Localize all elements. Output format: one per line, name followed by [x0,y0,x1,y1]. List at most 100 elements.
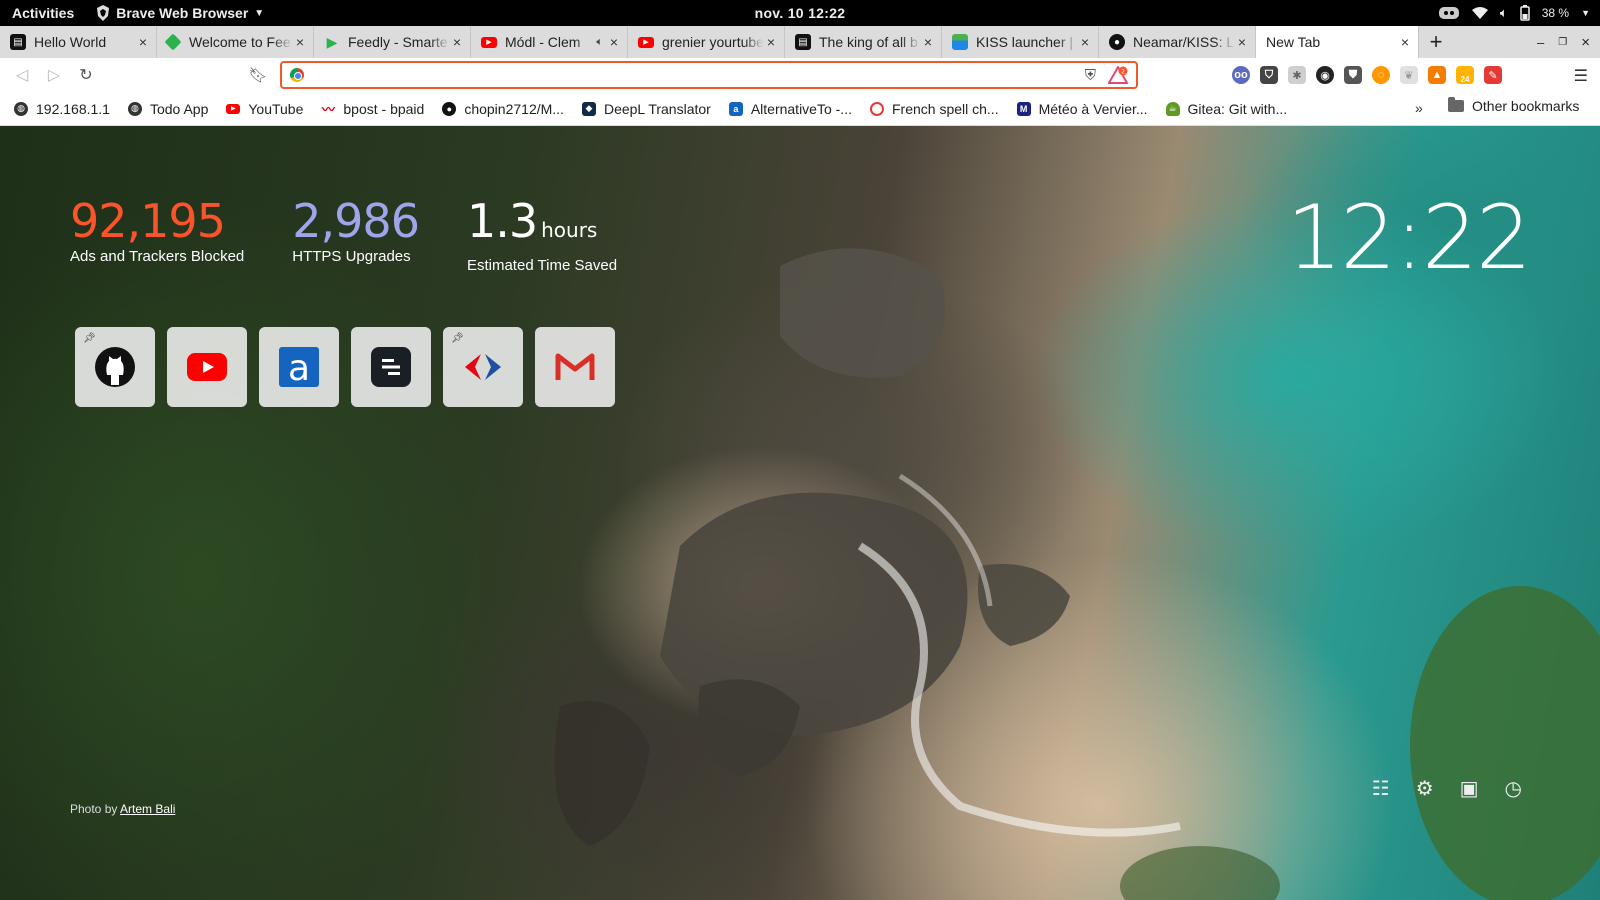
back-icon[interactable]: ◁ [6,65,38,85]
bookmark-item[interactable]: French spell ch... [869,101,999,117]
tab-active[interactable]: New Tab × [1256,26,1419,58]
hamburger-menu-icon[interactable]: ☰ [1574,66,1588,86]
bookmark-label: bpost - bpaid [343,100,425,117]
system-clock[interactable]: nov. 10 12:22 [755,5,846,21]
bookmark-item[interactable]: ◆ DeepL Translator [581,100,711,117]
extension-globe-icon[interactable]: ◌ [1372,66,1390,84]
extension-red-icon[interactable]: ✎ [1484,66,1502,84]
bookmark-item[interactable]: ▶ YouTube [226,101,303,117]
tab-title: KISS launcher | [976,34,1074,50]
address-bar[interactable]: ⛨ 2 [280,61,1138,89]
close-window-icon[interactable]: × [1581,34,1590,51]
tab-title: The king of all b [819,34,918,50]
close-icon[interactable]: × [136,34,150,50]
close-icon[interactable]: × [764,34,778,50]
top-site-gmail[interactable] [535,327,615,407]
extension-glasses-icon[interactable]: oo [1232,66,1250,84]
bookmark-item[interactable]: ● chopin2712/M... [442,101,564,117]
close-icon[interactable]: × [293,34,307,50]
https-upgrades-count: 2,986 [292,194,420,248]
bookmark-label: Gitea: Git with... [1187,100,1288,117]
window-controls: – ❐ × [1537,26,1594,58]
bookmark-item[interactable]: M Météo à Vervier... [1016,101,1148,117]
top-site-alternativeto[interactable]: a [259,327,339,407]
top-site-github[interactable]: 📌︎ [75,327,155,407]
app-menu[interactable]: Brave Web Browser ▼ [96,5,264,21]
notification-badge-icon[interactable]: 24 [1456,66,1474,84]
top-site-notion[interactable] [351,327,431,407]
forward-icon[interactable]: ▷ [38,65,70,85]
close-icon[interactable]: × [607,34,621,50]
bookmark-item[interactable]: a AlternativeTo -... [728,101,852,117]
globe-icon: ◍ [14,101,28,116]
bookmarks-icon[interactable]: ▣ [1460,776,1479,801]
extension-puzzle-icon[interactable]: ✱ [1288,66,1306,84]
https-upgrades-stat: 2,986 HTTPS Upgrades [292,194,420,274]
system-tray[interactable]: 🔈︎ 38 % ▼ [1438,5,1590,21]
tab[interactable]: ● Neamar/KISS: L × [1099,26,1256,58]
bitwarden-icon[interactable]: ⛉ [1260,66,1278,84]
minimize-icon[interactable]: – [1537,35,1544,50]
bookmark-item[interactable]: ◍ 192.168.1.1 [14,101,110,117]
activities-button[interactable]: Activities [0,5,86,21]
history-icon[interactable]: ◷ [1505,776,1522,801]
close-icon[interactable]: × [921,34,935,50]
tab[interactable]: KISS launcher | × [942,26,1099,58]
tab-title: Welcome to Fee [189,34,291,50]
bookmark-label: YouTube [248,100,304,117]
bookmark-label: DeepL Translator [603,100,711,117]
tab-title: Hello World [34,34,107,50]
discord-icon[interactable] [1438,5,1460,21]
top-site-carrefour[interactable]: 📌︎ [443,327,523,407]
close-icon[interactable]: × [1078,34,1092,50]
https-upgrades-label: HTTPS Upgrades [292,248,411,265]
top-site-youtube[interactable] [167,327,247,407]
top-sites: 📌︎ a 📌︎ [75,327,615,407]
svg-text:2: 2 [1121,69,1125,76]
bookmark-page-icon[interactable]: 🔖︎ [242,66,274,84]
speaker-icon[interactable]: 🔈︎ [596,36,603,49]
tab[interactable]: ▶ grenier yourtube × [628,26,785,58]
address-input[interactable] [312,67,1012,83]
tab[interactable]: ▤ The king of all b × [785,26,942,58]
maximize-icon[interactable]: ❐ [1558,37,1567,48]
battery-percent: 38 % [1541,6,1570,20]
bookmark-item[interactable]: ◍ Todo App [127,101,208,117]
privacy-badger-icon[interactable]: ⛊ [1344,66,1362,84]
extension-spy-icon[interactable]: ◉ [1316,66,1334,84]
brave-stats: 92,195 Ads and Trackers Blocked 2,986 HT… [70,196,617,274]
tab[interactable]: ▶ Feedly - Smarte × [314,26,471,58]
github-icon: ● [442,101,457,116]
customize-icon[interactable]: ☷ [1372,776,1390,801]
bookmark-item[interactable]: ☕︎ Gitea: Git with... [1165,100,1288,117]
bookmark-label: 192.168.1.1 [36,100,110,117]
ads-blocked-count: 92,195 [70,194,226,248]
kiss-icon [952,34,968,50]
close-icon[interactable]: × [1398,34,1412,50]
brave-rewards-icon[interactable]: 2 [1108,66,1128,84]
ntp-clock: 12:22 [1286,186,1532,289]
time-saved-stat: 1.3 hours Estimated Time Saved [467,196,617,274]
notion-icon: ▤ [795,34,811,50]
reload-icon[interactable]: ↻ [70,65,102,85]
tab[interactable]: ▤ Hello World × [0,26,157,58]
browser-toolbar: ◁ ▷ ↻ 🔖︎ ⛨ 2 oo ⛉ ✱ ◉ ⛊ ◌ ❦ ▲ 24 ✎ ☰ [0,58,1600,92]
metamask-fox-icon[interactable]: ▲ [1428,66,1446,84]
brave-shields-icon[interactable]: ⛨ [1085,67,1096,84]
site-info-icon[interactable] [290,68,304,82]
extension-leaf-icon[interactable]: ❦ [1400,66,1418,84]
more-bookmarks-chevron-icon[interactable]: » [1415,100,1423,116]
tab[interactable]: Welcome to Fee × [157,26,314,58]
tab[interactable]: ▶ Módl - Clem 🔈︎ × [471,26,628,58]
wifi-icon [1471,7,1488,19]
pin-icon[interactable]: 📌︎ [451,333,464,344]
pin-icon[interactable]: 📌︎ [83,333,96,344]
other-bookmarks-folder[interactable]: Other bookmarks [1448,97,1579,114]
close-icon[interactable]: × [450,34,464,50]
bookmark-item[interactable]: 〰 bpost - bpaid [321,100,425,118]
settings-icon[interactable]: ⚙ [1416,776,1434,801]
photo-credit-author[interactable]: Artem Bali [120,802,175,816]
new-tab-button[interactable]: + [1419,26,1453,58]
close-icon[interactable]: × [1235,34,1249,50]
extensions-area: oo ⛉ ✱ ◉ ⛊ ◌ ❦ ▲ 24 ✎ [1232,58,1502,92]
